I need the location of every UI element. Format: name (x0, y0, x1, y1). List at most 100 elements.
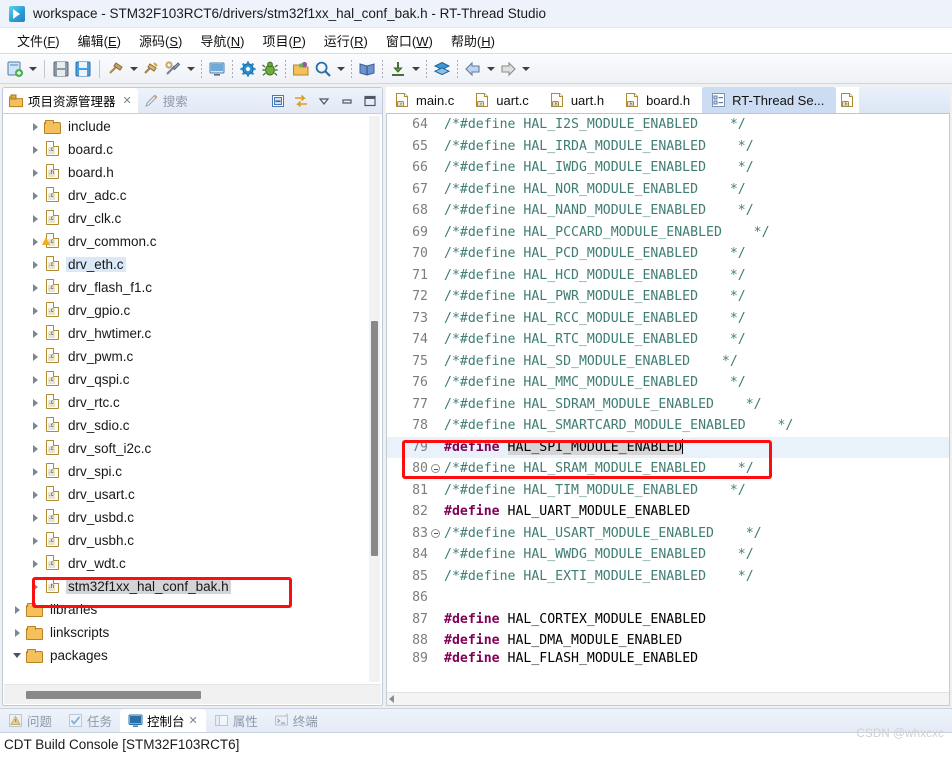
twisty-expanded-icon[interactable] (8, 653, 26, 658)
twisty-collapsed-icon[interactable] (26, 329, 44, 338)
back-arrow-icon[interactable] (462, 58, 484, 80)
twisty-collapsed-icon[interactable] (26, 490, 44, 499)
twisty-collapsed-icon[interactable] (26, 122, 44, 131)
back-arrow-dropdown-arrow-icon[interactable] (484, 58, 497, 80)
editor-tab-overflow[interactable]: .h (836, 87, 860, 113)
scroll-left-icon[interactable] (389, 695, 394, 703)
tree-item-board-h[interactable]: .h board.h (4, 161, 381, 184)
bottom-tab-任务[interactable]: 任务 (60, 709, 120, 732)
tree-item-libraries[interactable]: libraries (4, 598, 381, 621)
twisty-collapsed-icon[interactable] (26, 191, 44, 200)
new-project-icon[interactable] (4, 58, 26, 80)
twisty-collapsed-icon[interactable] (26, 513, 44, 522)
menu-item-s[interactable]: 源码(S) (130, 29, 191, 52)
fold-marker[interactable] (429, 464, 442, 474)
project-tree-vertical-scrollbar[interactable] (369, 116, 380, 682)
menu-item-h[interactable]: 帮助(H) (442, 29, 504, 52)
scrollbar-thumb[interactable] (371, 321, 378, 556)
download-flash-icon[interactable] (387, 58, 409, 80)
twisty-collapsed-icon[interactable] (8, 628, 26, 637)
tree-item-drv-hwtimer-c[interactable]: .c drv_hwtimer.c (4, 322, 381, 345)
search-magnifier-icon[interactable] (312, 58, 334, 80)
settings-gear-icon[interactable] (237, 58, 259, 80)
twisty-collapsed-icon[interactable] (26, 444, 44, 453)
tree-item-drv-sdio-c[interactable]: .c drv_sdio.c (4, 414, 381, 437)
close-icon[interactable]: ✕ (189, 714, 198, 727)
search-magnifier-dropdown-arrow-icon[interactable] (334, 58, 347, 80)
bottom-tab-控制台[interactable]: 控制台 ✕ (120, 709, 206, 732)
twisty-collapsed-icon[interactable] (26, 536, 44, 545)
editor-horizontal-scrollbar[interactable] (387, 692, 949, 705)
tree-item-drv-usart-c[interactable]: .c drv_usart.c (4, 483, 381, 506)
tree-item-drv-usbd-c[interactable]: .c drv_usbd.c (4, 506, 381, 529)
tree-item-include[interactable]: include (4, 115, 381, 138)
build-hammer-icon[interactable] (105, 58, 127, 80)
left-tab-project-explorer[interactable]: 项目资源管理器 ✕ (3, 88, 138, 113)
debug-bug-icon[interactable] (259, 58, 281, 80)
link-with-editor-icon[interactable] (293, 93, 309, 109)
menu-item-n[interactable]: 导航(N) (191, 29, 253, 52)
clean-hammer-icon[interactable] (140, 58, 162, 80)
tree-item-drv-spi-c[interactable]: .c drv_spi.c (4, 460, 381, 483)
editor-body[interactable]: 64 /*#define HAL_I2S_MODULE_ENABLED */ 65 /… (386, 114, 950, 706)
maximize-icon[interactable] (362, 93, 378, 109)
twisty-collapsed-icon[interactable] (26, 352, 44, 361)
tree-item-stm32f1xx-hal-conf-bak-h[interactable]: .h stm32f1xx_hal_conf_bak.h (4, 575, 381, 598)
menu-item-r[interactable]: 运行(R) (315, 29, 377, 52)
tree-item-drv-pwm-c[interactable]: .c drv_pwm.c (4, 345, 381, 368)
twisty-collapsed-icon[interactable] (26, 214, 44, 223)
twisty-collapsed-icon[interactable] (26, 467, 44, 476)
project-tree[interactable]: include .c board.c .h board.h .c drv_adc.c .c dr… (4, 115, 381, 683)
code-viewport[interactable]: 64 /*#define HAL_I2S_MODULE_ENABLED */ 65 /… (387, 114, 949, 692)
tree-item-drv-qspi-c[interactable]: .c drv_qspi.c (4, 368, 381, 391)
tree-item-drv-gpio-c[interactable]: .c drv_gpio.c (4, 299, 381, 322)
menu-item-w[interactable]: 窗口(W) (377, 29, 442, 52)
build-hammer-dropdown-arrow-icon[interactable] (127, 58, 140, 80)
fold-collapse-icon[interactable] (431, 464, 440, 474)
minimize-icon[interactable] (339, 93, 355, 109)
twisty-collapsed-icon[interactable] (8, 605, 26, 614)
layers-icon[interactable] (431, 58, 453, 80)
view-menu-chevron-down-icon[interactable] (316, 93, 332, 109)
left-tab-search[interactable]: 搜索 (138, 88, 194, 113)
twisty-collapsed-icon[interactable] (26, 398, 44, 407)
forward-arrow-dropdown-arrow-icon[interactable] (519, 58, 532, 80)
twisty-collapsed-icon[interactable] (26, 559, 44, 568)
editor-tab-rt-thread-se-[interactable]: RT-Thread Se... (702, 87, 837, 113)
download-flash-dropdown-arrow-icon[interactable] (409, 58, 422, 80)
save-all-icon[interactable] (72, 58, 94, 80)
collapse-all-icon[interactable] (270, 93, 286, 109)
tree-item-drv-clk-c[interactable]: .c drv_clk.c (4, 207, 381, 230)
twisty-collapsed-icon[interactable] (26, 375, 44, 384)
build-config-icon[interactable] (162, 58, 184, 80)
tree-item-drv-rtc-c[interactable]: .c drv_rtc.c (4, 391, 381, 414)
editor-tab-uart-h[interactable]: .h uart.h (540, 87, 617, 113)
build-config-dropdown-arrow-icon[interactable] (184, 58, 197, 80)
bottom-tab-终端[interactable]: 终端 (266, 709, 326, 732)
twisty-collapsed-icon[interactable] (26, 145, 44, 154)
project-tree-horizontal-scrollbar[interactable] (4, 684, 381, 704)
tree-item-linkscripts[interactable]: linkscripts (4, 621, 381, 644)
tree-item-drv-wdt-c[interactable]: .c drv_wdt.c (4, 552, 381, 575)
twisty-collapsed-icon[interactable] (26, 283, 44, 292)
tree-item-drv-common-c[interactable]: .c drv_common.c (4, 230, 381, 253)
new-project-dropdown-arrow-icon[interactable] (26, 58, 39, 80)
twisty-collapsed-icon[interactable] (26, 306, 44, 315)
tree-item-drv-soft-i2c-c[interactable]: .c drv_soft_i2c.c (4, 437, 381, 460)
editor-tab-main-c[interactable]: .c main.c (386, 87, 467, 113)
bottom-tab-问题[interactable]: 问题 (0, 709, 60, 732)
menu-item-e[interactable]: 编辑(E) (69, 29, 130, 52)
tree-item-packages[interactable]: packages (4, 644, 381, 667)
bottom-tab-属性[interactable]: 属性 (206, 709, 266, 732)
scrollbar-thumb[interactable] (26, 691, 201, 699)
tree-item-drv-flash-f1-c[interactable]: .c drv_flash_f1.c (4, 276, 381, 299)
menu-item-f[interactable]: 文件(F) (8, 29, 69, 52)
twisty-collapsed-icon[interactable] (26, 260, 44, 269)
fold-collapse-icon[interactable] (431, 528, 440, 538)
editor-tab-uart-c[interactable]: .c uart.c (466, 87, 541, 113)
fold-marker[interactable] (429, 528, 442, 538)
open-resource-folder-icon[interactable] (290, 58, 312, 80)
twisty-collapsed-icon[interactable] (26, 237, 44, 246)
open-perspective-icon[interactable] (206, 58, 228, 80)
twisty-collapsed-icon[interactable] (26, 582, 44, 591)
